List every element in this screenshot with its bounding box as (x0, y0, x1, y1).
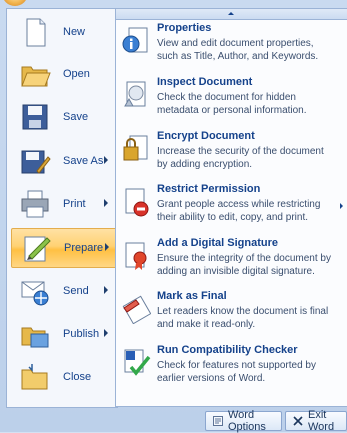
open-folder-icon (19, 58, 51, 90)
submenu-arrow-icon (104, 199, 108, 207)
submenu-item-title: Run Compatibility Checker (157, 344, 298, 356)
office-menu-frame: New Open Save Save As Print Prepare Send… (0, 0, 347, 433)
command-new[interactable]: New (11, 13, 115, 51)
exit-word-label: Exit Word (308, 409, 335, 433)
command-print[interactable]: Print (11, 185, 115, 223)
save-as-icon (19, 145, 51, 177)
command-label: Publish (63, 328, 100, 340)
command-open[interactable]: Open (11, 55, 115, 93)
submenu-item-description: Grant people access while restricting th… (157, 199, 321, 223)
publish-icon (19, 318, 51, 350)
submenu-item-description: Increase the security of the document by… (157, 146, 324, 170)
command-save-as[interactable]: Save As (11, 142, 115, 180)
close-icon (293, 416, 303, 426)
prepare-submenu: Properties View and edit document proper… (115, 19, 347, 407)
encrypt-lock-icon (121, 134, 151, 164)
submenu-item-title: Encrypt Document (157, 130, 255, 142)
submenu-item-run-compatibility-checker[interactable]: Run Compatibility Checker Check for feat… (116, 342, 347, 390)
submenu-item-description: Check for features not supported by earl… (157, 360, 316, 384)
submenu-arrow-icon (104, 286, 108, 294)
submenu-item-add-digital-signature[interactable]: Add a Digital Signature Ensure the integ… (116, 235, 347, 283)
submenu-item-description: View and edit document properties, such … (157, 38, 319, 62)
submenu-arrow-icon (105, 243, 109, 251)
restrict-permission-icon (121, 187, 151, 217)
word-options-button[interactable]: Word Options (205, 409, 282, 433)
save-disk-icon (19, 101, 51, 133)
send-icon (19, 275, 51, 307)
command-label: Print (63, 198, 86, 210)
submenu-item-title: Restrict Permission (157, 183, 261, 195)
submenu-item-description: Ensure the integrity of the document by … (157, 253, 331, 277)
command-prepare[interactable]: Prepare (11, 228, 117, 268)
command-save[interactable]: Save (11, 98, 115, 136)
word-options-label: Word Options (228, 409, 266, 433)
submenu-item-inspect-document[interactable]: Inspect Document Check the document for … (116, 74, 347, 122)
close-folder-icon (19, 361, 51, 393)
submenu-arrow-icon (104, 156, 108, 164)
submenu-item-title: Properties (157, 22, 212, 34)
command-publish[interactable]: Publish (11, 315, 115, 353)
digital-signature-icon (121, 241, 151, 271)
submenu-item-properties[interactable]: Properties View and edit document proper… (116, 20, 347, 68)
office-button[interactable] (2, 0, 28, 6)
submenu-item-mark-as-final[interactable]: Mark as Final Let readers know the docum… (116, 288, 347, 336)
submenu-arrow-icon (340, 203, 343, 209)
scroll-up-icon[interactable] (228, 12, 234, 15)
command-label: Prepare (64, 242, 104, 254)
new-document-icon (19, 16, 51, 48)
bottom-bar: Word Options Exit Word (0, 408, 347, 433)
command-label: Close (63, 371, 92, 383)
submenu-item-title: Mark as Final (157, 290, 227, 302)
printer-icon (19, 188, 51, 220)
submenu-item-title: Add a Digital Signature (157, 237, 279, 249)
submenu-item-description: Let readers know the document is final a… (157, 306, 329, 330)
command-label: Open (63, 68, 90, 80)
command-label: Send (63, 285, 89, 297)
properties-icon (121, 26, 151, 56)
prepare-icon (20, 232, 52, 264)
submenu-item-title: Inspect Document (157, 76, 253, 88)
mark-final-icon (121, 294, 152, 325)
exit-word-button[interactable]: Exit Word (285, 409, 347, 433)
command-send[interactable]: Send (11, 272, 115, 310)
compatibility-checker-icon (121, 348, 151, 378)
submenu-arrow-icon (104, 329, 108, 337)
command-label: Save As (63, 155, 104, 167)
submenu-item-encrypt-document[interactable]: Encrypt Document Increase the security o… (116, 128, 347, 176)
command-label: New (63, 26, 86, 38)
command-list: New Open Save Save As Print Prepare Send… (6, 8, 118, 408)
submenu-item-restrict-permission[interactable]: Restrict Permission Grant people access … (116, 181, 347, 229)
options-icon (213, 416, 223, 426)
inspect-document-icon (121, 80, 151, 110)
command-label: Save (63, 111, 89, 123)
command-close[interactable]: Close (11, 358, 115, 396)
submenu-item-description: Check the document for hidden metadata o… (157, 92, 307, 116)
